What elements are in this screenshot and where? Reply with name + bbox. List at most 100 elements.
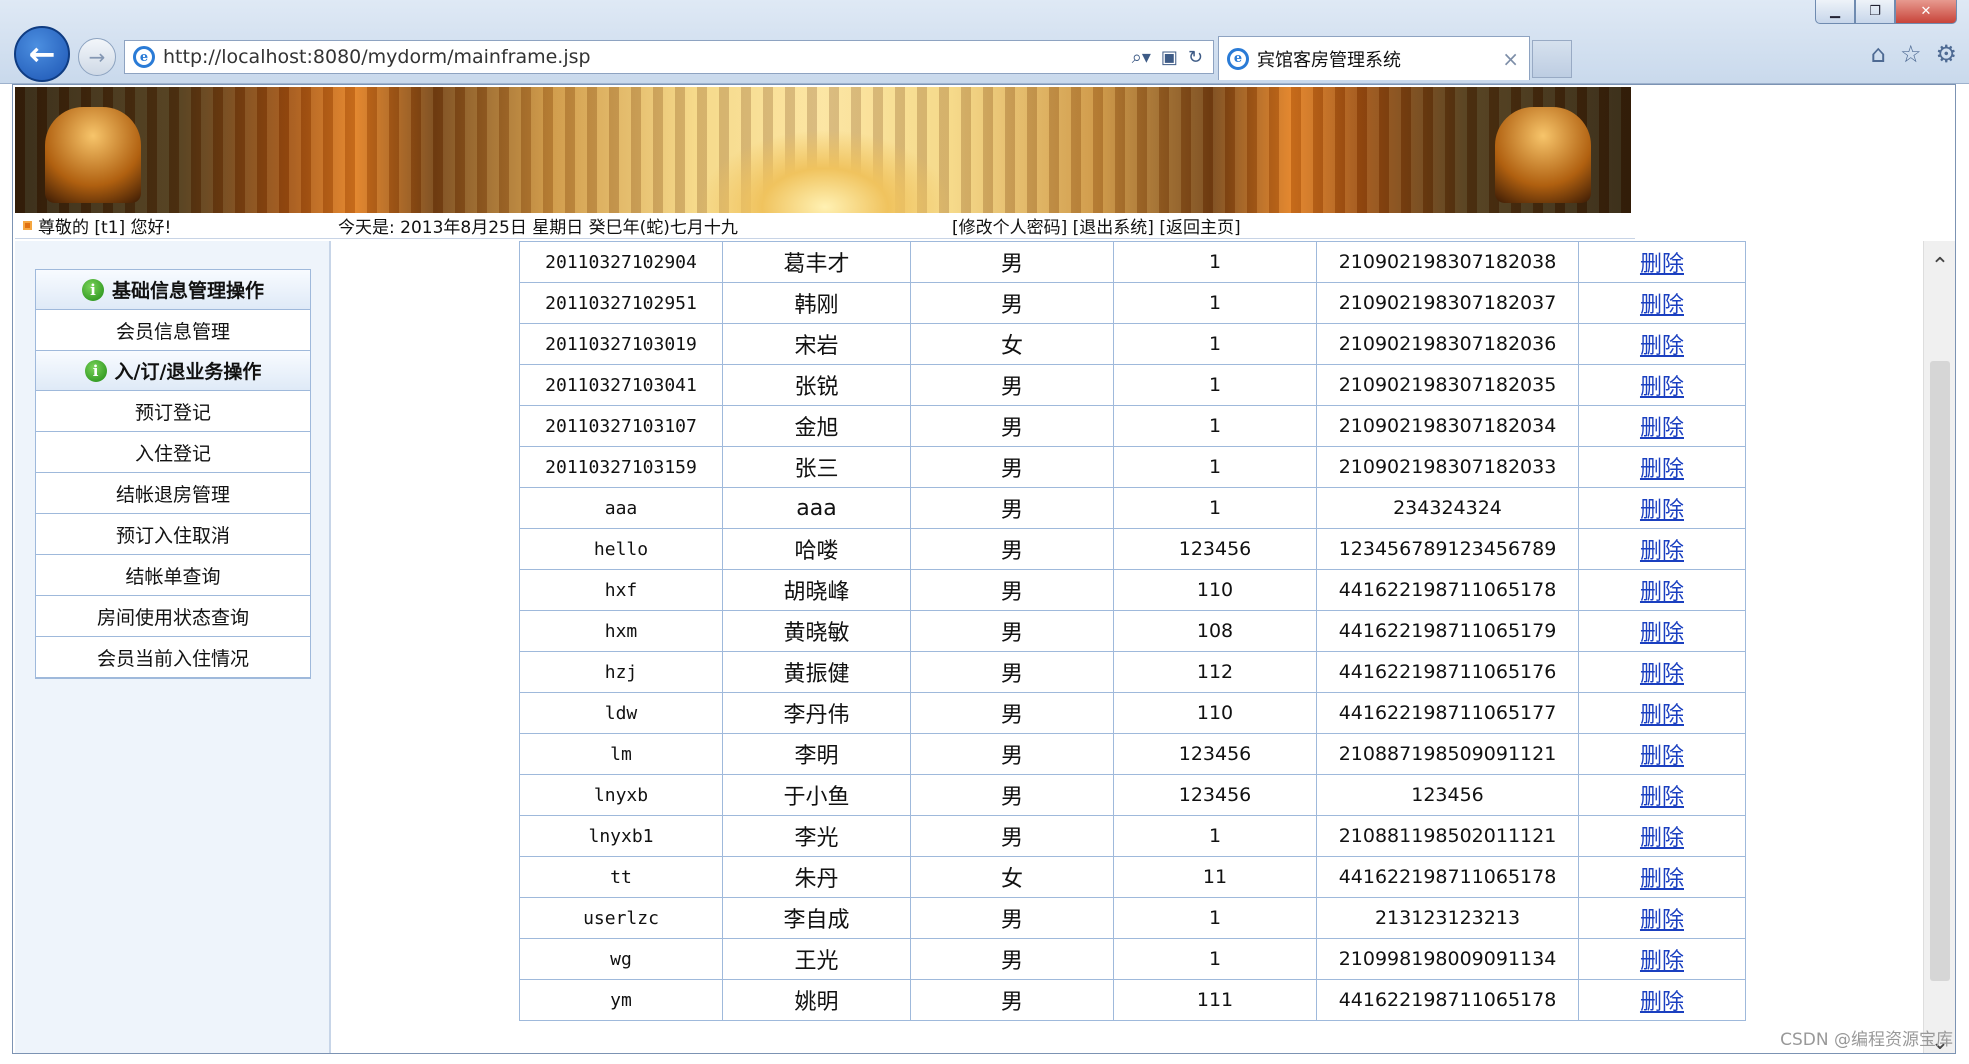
delete-link[interactable]: 删除 (1640, 990, 1684, 1015)
favorites-star-icon[interactable]: ☆ (1900, 40, 1922, 68)
close-window-button[interactable]: ✕ (1895, 0, 1957, 24)
table-row: lnyxb 于小鱼男 123456 123456 删除 (519, 774, 1746, 816)
table-cell: tt (519, 856, 723, 898)
delete-link[interactable]: 删除 (1640, 867, 1684, 892)
delete-link[interactable]: 删除 (1640, 621, 1684, 646)
delete-link[interactable]: 删除 (1640, 744, 1684, 769)
minimize-button[interactable]: ▁ (1815, 0, 1855, 24)
table-cell: 20110327103159 (519, 446, 723, 488)
table-cell: lnyxb (519, 774, 723, 816)
table-cell: 210902198307182036 (1316, 323, 1579, 365)
table-cell: hzj (519, 651, 723, 693)
url-text[interactable]: http://localhost:8080/mydorm/mainframe.j… (163, 46, 1132, 68)
table-cell: 111 (1113, 979, 1317, 1021)
forward-button[interactable]: → (78, 38, 116, 76)
table-cell: 张锐 (722, 364, 911, 406)
delete-link[interactable]: 删除 (1640, 334, 1684, 359)
delete-link[interactable]: 删除 (1640, 498, 1684, 523)
table-cell: 葛丰才 (722, 241, 911, 283)
delete-link[interactable]: 删除 (1640, 908, 1684, 933)
table-cell: 男 (910, 405, 1114, 447)
menu-section-basic: i 基础信息管理操作 (36, 270, 310, 310)
table-cell: 210902198307182034 (1316, 405, 1579, 447)
table-row: tt 朱丹女 11 441622198711065178 删除 (519, 856, 1746, 898)
delete-link[interactable]: 删除 (1640, 416, 1684, 441)
table-cell: 男 (910, 610, 1114, 652)
table-cell: 男 (910, 979, 1114, 1021)
sidebar-item-member-stay[interactable]: 会员当前入住情况 (36, 637, 310, 678)
compat-view-icon[interactable]: ▣ (1161, 47, 1178, 68)
table-row: userlzc 李自成男 1 213123123213 删除 (519, 897, 1746, 939)
table-cell: 1 (1113, 323, 1317, 365)
sidebar-menu: i 基础信息管理操作 会员信息管理 i 入/订/退业务操作 预订登记 入住登记 … (35, 269, 311, 679)
watermark: CSDN @编程资源宝库 (1780, 1030, 1953, 1050)
table-cell: 11 (1113, 856, 1317, 898)
table-cell: 女 (910, 323, 1114, 365)
table-cell: 123456 (1113, 774, 1317, 816)
table-cell-action: 删除 (1578, 569, 1746, 611)
delete-link[interactable]: 删除 (1640, 457, 1684, 482)
delete-link[interactable]: 删除 (1640, 580, 1684, 605)
table-row: 20110327102951 韩刚男 1 210902198307182037 删除 (519, 282, 1746, 324)
table-row: hxf 胡晓峰男 110 441622198711065178 删除 (519, 569, 1746, 611)
table-cell: ym (519, 979, 723, 1021)
maximize-button[interactable]: ❐ (1855, 0, 1895, 24)
table-cell: lnyxb1 (519, 815, 723, 857)
table-cell: 123456 (1113, 528, 1317, 570)
address-bar[interactable]: e http://localhost:8080/mydorm/mainframe… (124, 40, 1214, 74)
back-button[interactable]: ← (14, 26, 70, 82)
delete-link[interactable]: 删除 (1640, 949, 1684, 974)
table-row: 20110327102904 葛丰才男 1 210902198307182038 删除 (519, 241, 1746, 283)
delete-link[interactable]: 删除 (1640, 293, 1684, 318)
vertical-scrollbar[interactable]: ⌃ ⌄ (1923, 241, 1955, 1053)
tab-active[interactable]: e 宾馆客房管理系统 × (1218, 36, 1530, 80)
table-cell: 黄晓敏 (722, 610, 911, 652)
hotel-banner-image (15, 87, 1631, 213)
search-icon[interactable]: ⌕▾ (1132, 47, 1151, 68)
sidebar-item-booking[interactable]: 预订登记 (36, 391, 310, 432)
delete-link[interactable]: 删除 (1640, 252, 1684, 277)
scroll-up-icon[interactable]: ⌃ (1924, 251, 1955, 281)
table-cell: 男 (910, 528, 1114, 570)
sidebar-item-cancel[interactable]: 预订入住取消 (36, 514, 310, 555)
delete-link[interactable]: 删除 (1640, 785, 1684, 810)
table-cell: 1 (1113, 405, 1317, 447)
delete-link[interactable]: 删除 (1640, 662, 1684, 687)
sidebar-item-bill-query[interactable]: 结帐单查询 (36, 555, 310, 596)
delete-link[interactable]: 删除 (1640, 539, 1684, 564)
delete-link[interactable]: 删除 (1640, 703, 1684, 728)
table-cell: 441622198711065179 (1316, 610, 1579, 652)
info-icon: i (84, 359, 107, 382)
ie-page-icon: e (133, 46, 155, 68)
table-cell: 20110327102951 (519, 282, 723, 324)
sidebar-item-checkout[interactable]: 结帐退房管理 (36, 473, 310, 514)
table-cell: 李明 (722, 733, 911, 775)
home-icon[interactable]: ⌂ (1871, 40, 1886, 68)
sidebar-item-member-info[interactable]: 会员信息管理 (36, 310, 310, 351)
delete-link[interactable]: 删除 (1640, 375, 1684, 400)
sidebar-item-room-status[interactable]: 房间使用状态查询 (36, 596, 310, 637)
refresh-icon[interactable]: ↻ (1188, 47, 1203, 68)
table-cell: 李自成 (722, 897, 911, 939)
table-cell: 男 (910, 364, 1114, 406)
table-cell-action: 删除 (1578, 979, 1746, 1021)
gear-icon[interactable]: ⚙ (1935, 40, 1957, 68)
delete-link[interactable]: 删除 (1640, 826, 1684, 851)
scroll-thumb[interactable] (1930, 361, 1950, 981)
sidebar-item-checkin[interactable]: 入住登记 (36, 432, 310, 473)
table-cell: 金旭 (722, 405, 911, 447)
browser-chrome: ▁ ❐ ✕ ← → e http://localhost:8080/mydorm… (0, 0, 1969, 84)
account-links[interactable]: [修改个人密码] [退出系统] [返回主页] (952, 213, 1241, 238)
table-cell: 黄振健 (722, 651, 911, 693)
new-tab-button[interactable] (1532, 40, 1572, 78)
banner-urn-right (1495, 107, 1591, 203)
table-cell-action: 删除 (1578, 774, 1746, 816)
table-cell-action: 删除 (1578, 651, 1746, 693)
tab-close-icon[interactable]: × (1502, 47, 1519, 71)
main-content: 20110327102904 葛丰才男 1 210902198307182038 删除 2… (333, 241, 1943, 1053)
table-cell-action: 删除 (1578, 282, 1746, 324)
table-row: ym 姚明男 111 441622198711065178 删除 (519, 979, 1746, 1021)
table-row: wg 王光男 1 210998198009091134 删除 (519, 938, 1746, 980)
table-cell: 110 (1113, 569, 1317, 611)
table-row: hello 哈喽男 123456 123456789123456789 删除 (519, 528, 1746, 570)
